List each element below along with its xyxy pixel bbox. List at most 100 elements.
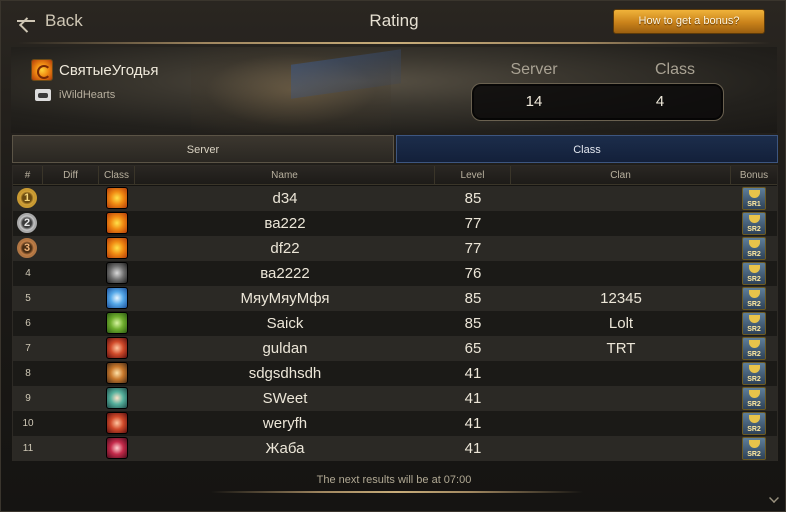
- bonus-cell: SR2: [731, 261, 777, 286]
- trophy-bonus-icon[interactable]: SR2: [742, 287, 766, 310]
- trophy-bonus-icon[interactable]: SR2: [742, 337, 766, 360]
- column-name[interactable]: Name: [135, 166, 435, 185]
- trophy-bonus-icon[interactable]: SR2: [742, 312, 766, 335]
- bonus-cell: SR2: [731, 286, 777, 311]
- class-rank-value: 4: [655, 93, 665, 110]
- guild-name: iWildHearts: [59, 89, 116, 101]
- rating-table: # Diff Class Name Level Clan Bonus 1 d34 8…: [12, 165, 778, 461]
- bonus-tier-label: SR2: [747, 351, 761, 358]
- player-info: СвятыеУгодья iWildHearts: [31, 59, 158, 101]
- trophy-bonus-icon[interactable]: SR2: [742, 387, 766, 410]
- trophy-icon: [749, 290, 760, 298]
- name-cell: Жаба: [265, 440, 305, 457]
- class-cell: [99, 311, 135, 336]
- trophy-icon: [749, 440, 760, 448]
- bonus-tier-label: SR2: [747, 451, 761, 458]
- bonus-tier-label: SR2: [747, 326, 761, 333]
- bonus-cell: SR2: [731, 436, 777, 461]
- trophy-bonus-icon[interactable]: SR2: [742, 362, 766, 385]
- steel-class-icon: [106, 262, 128, 284]
- table-row[interactable]: 1 d34 85 SR1: [13, 186, 777, 211]
- diff-cell: [43, 286, 99, 311]
- clan-cell: [511, 211, 731, 236]
- diff-cell: [43, 186, 99, 211]
- fire-class-icon: [106, 237, 128, 259]
- server-rank-value: 14: [525, 93, 543, 110]
- trophy-bonus-icon[interactable]: SR2: [742, 437, 766, 460]
- diff-cell: [43, 386, 99, 411]
- diff-cell: [43, 211, 99, 236]
- blood-class-icon: [106, 412, 128, 434]
- table-row[interactable]: 2 ва222 77 SR2: [13, 211, 777, 236]
- trophy-icon: [749, 315, 760, 323]
- table-row[interactable]: 9 SWeet 41 SR2: [13, 386, 777, 411]
- nature-class-icon: [106, 312, 128, 334]
- table-row[interactable]: 3 df22 77 SR2: [13, 236, 777, 261]
- rating-window: Back Rating How to get a bonus? СвятыеУг…: [0, 0, 786, 512]
- clan-cell: [511, 236, 731, 261]
- class-cell: [99, 386, 135, 411]
- diff-cell: [43, 311, 99, 336]
- bonus-tier-label: SR1: [747, 201, 761, 208]
- table-row[interactable]: 7 guldan 65 TRT SR2: [13, 336, 777, 361]
- trophy-bonus-icon[interactable]: SR2: [742, 237, 766, 260]
- bronze-medal-icon: 3: [17, 238, 37, 258]
- clan-cell: [511, 261, 731, 286]
- tab-class[interactable]: Class: [396, 135, 778, 163]
- class-cell: [99, 186, 135, 211]
- table-row[interactable]: 5 МяуМяуМфя 85 12345 SR2: [13, 286, 777, 311]
- column-level[interactable]: Level: [435, 166, 511, 185]
- rank-cell: 1: [13, 186, 43, 211]
- player-name: СвятыеУгодья: [59, 61, 159, 79]
- column-bonus[interactable]: Bonus: [731, 166, 777, 185]
- column-rank[interactable]: #: [13, 166, 43, 185]
- clan-cell: [511, 386, 731, 411]
- level-cell: 76: [464, 265, 482, 282]
- fire-class-icon: [106, 187, 128, 209]
- tab-server[interactable]: Server: [12, 135, 394, 163]
- name-cell: SWeet: [262, 390, 308, 407]
- chevron-down-icon[interactable]: [769, 493, 779, 503]
- level-cell: 85: [464, 315, 482, 332]
- table-row[interactable]: 8 sdgsdhsdh 41 SR2: [13, 361, 777, 386]
- bonus-tier-label: SR2: [747, 376, 761, 383]
- class-cell: [99, 261, 135, 286]
- silver-medal-icon: 2: [17, 213, 37, 233]
- clan-cell: [511, 411, 731, 436]
- header-bar: Back Rating How to get a bonus?: [1, 1, 785, 43]
- name-cell: ва222: [264, 215, 306, 232]
- ice-class-icon: [106, 287, 128, 309]
- rank-cell: 5: [25, 293, 31, 304]
- clan-cell: Lolt: [608, 315, 634, 332]
- trophy-bonus-icon[interactable]: SR2: [742, 212, 766, 235]
- name-cell: Saick: [266, 315, 304, 332]
- name-cell: guldan: [262, 340, 308, 357]
- how-to-get-bonus-button[interactable]: How to get a bonus?: [613, 9, 765, 34]
- bonus-cell: SR2: [731, 386, 777, 411]
- table-row[interactable]: 11 Жаба 41 SR2: [13, 436, 777, 461]
- clan-cell: [511, 436, 731, 461]
- column-class[interactable]: Class: [99, 166, 135, 185]
- rank-cell: 11: [22, 443, 34, 454]
- column-clan[interactable]: Clan: [511, 166, 731, 185]
- bonus-cell: SR2: [731, 211, 777, 236]
- name-cell: weryfh: [262, 415, 308, 432]
- table-row[interactable]: 10 weryfh 41 SR2: [13, 411, 777, 436]
- trophy-icon: [749, 415, 760, 423]
- trophy-bonus-icon[interactable]: SR1: [742, 187, 766, 210]
- table-row[interactable]: 6 Saick 85 Lolt SR2: [13, 311, 777, 336]
- next-results-note: The next results will be at 07:00: [316, 474, 472, 486]
- trophy-icon: [749, 240, 760, 248]
- level-cell: 41: [464, 415, 482, 432]
- level-cell: 41: [464, 440, 482, 457]
- trophy-bonus-icon[interactable]: SR2: [742, 412, 766, 435]
- table-row[interactable]: 4 ва2222 76 SR2: [13, 261, 777, 286]
- bonus-cell: SR1: [731, 186, 777, 211]
- trophy-bonus-icon[interactable]: SR2: [742, 262, 766, 285]
- bonus-tier-label: SR2: [747, 301, 761, 308]
- diff-cell: [43, 236, 99, 261]
- blood-class-icon: [106, 337, 128, 359]
- column-diff[interactable]: Diff: [43, 166, 99, 185]
- bonus-cell: SR2: [731, 411, 777, 436]
- rank-cell: 8: [25, 368, 31, 379]
